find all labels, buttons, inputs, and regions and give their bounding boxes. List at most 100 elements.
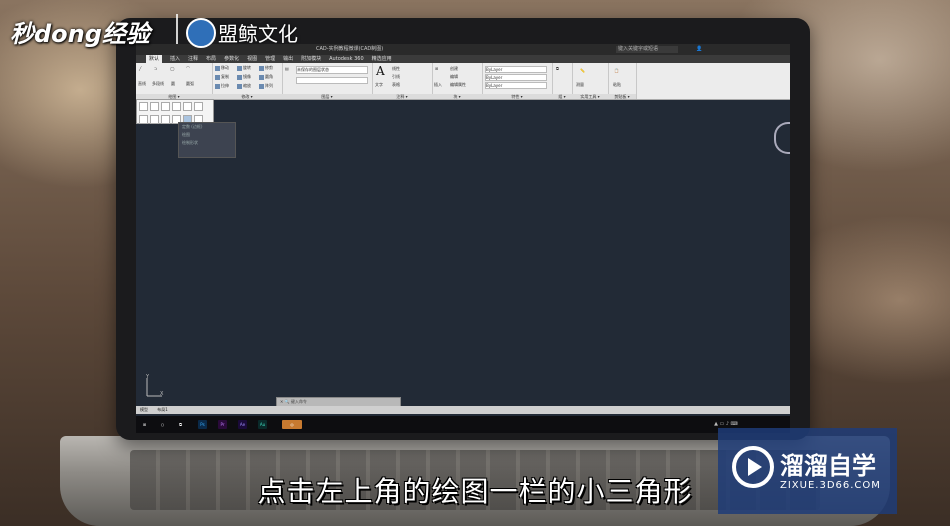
polyline-tool[interactable]: 多段线 bbox=[152, 81, 164, 87]
array-tool[interactable]: 阵列 bbox=[259, 83, 273, 89]
clipboard-group-label[interactable]: 剪贴板 ▾ bbox=[608, 94, 636, 99]
mirror-tool[interactable]: 镜像 bbox=[237, 74, 251, 80]
paste-tool[interactable]: 粘贴 bbox=[613, 82, 621, 88]
scale-label: 缩放 bbox=[243, 83, 251, 88]
move-label: 移动 bbox=[221, 65, 229, 70]
ribbon-tab[interactable]: 默认 bbox=[146, 55, 163, 63]
layer-select[interactable] bbox=[296, 77, 368, 84]
utilities-group-label[interactable]: 实用工具 ▾ bbox=[572, 94, 608, 99]
layout-tab-layout1[interactable]: 布局1 bbox=[153, 407, 172, 412]
text-icon[interactable]: A bbox=[376, 64, 385, 78]
region-icon[interactable] bbox=[150, 115, 159, 124]
layers-group-label[interactable]: 图层 ▾ bbox=[282, 94, 372, 99]
ribbon-tab[interactable]: 输出 bbox=[283, 55, 293, 63]
audition-icon[interactable]: Au bbox=[258, 420, 267, 429]
ribbon-tab[interactable]: 布局 bbox=[206, 55, 216, 63]
svg-text:Y: Y bbox=[145, 374, 150, 380]
ribbon-tab[interactable]: 插入 bbox=[170, 55, 180, 63]
search-icon[interactable]: ○ bbox=[158, 420, 167, 429]
insert-icon[interactable]: ⊞ bbox=[435, 66, 438, 71]
scale-tool[interactable]: 缩放 bbox=[237, 83, 251, 89]
lineweight-select[interactable]: ByLayer bbox=[485, 82, 547, 89]
paste-icon[interactable]: 📋 bbox=[614, 68, 619, 73]
stretch-icon bbox=[215, 83, 220, 89]
text-tool[interactable]: 文字 bbox=[375, 82, 383, 88]
photoshop-icon[interactable]: Ps bbox=[198, 420, 207, 429]
search-input[interactable]: 键入关键字或短语 bbox=[616, 46, 678, 53]
layer-state-select[interactable]: 未保存的图层状态 bbox=[296, 66, 368, 74]
draw-dropdown bbox=[136, 99, 214, 124]
polygon-icon[interactable] bbox=[194, 102, 203, 111]
rectangle-icon[interactable] bbox=[139, 102, 148, 111]
modify-group-label[interactable]: 修改 ▾ bbox=[212, 94, 282, 99]
color-select[interactable]: ByLayer bbox=[485, 66, 547, 73]
leader-tool[interactable]: 引线 bbox=[392, 74, 400, 80]
window-title: CAD-实例教程微课(CAD制图) bbox=[316, 46, 384, 52]
fillet-tool[interactable]: 圆角 bbox=[259, 74, 273, 80]
stretch-tool[interactable]: 拉伸 bbox=[215, 83, 229, 89]
linear-dim-tool[interactable]: 线性 bbox=[392, 66, 400, 72]
properties-group-label[interactable]: 特性 ▾ bbox=[482, 94, 552, 99]
ribbon-tab[interactable]: 精选应用 bbox=[372, 55, 392, 63]
after-effects-icon[interactable]: Ae bbox=[238, 420, 247, 429]
fillet-label: 圆角 bbox=[265, 74, 273, 79]
move-icon bbox=[215, 65, 220, 71]
user-icon[interactable]: 👤 bbox=[696, 44, 702, 55]
ucs-icon: Y X bbox=[145, 374, 164, 397]
copy-tool[interactable]: 复制 bbox=[215, 74, 229, 80]
ribbon-tab[interactable]: 注释 bbox=[188, 55, 198, 63]
svg-text:X: X bbox=[160, 391, 164, 397]
tooltip-line: 定数 (边框) bbox=[182, 124, 203, 129]
hatch-icon[interactable] bbox=[172, 102, 181, 111]
line-tool[interactable]: 直线 bbox=[138, 81, 146, 87]
cad-app-icon[interactable]: ◎ bbox=[282, 420, 302, 429]
edit-block-tool[interactable]: 编辑 bbox=[450, 74, 458, 80]
table-tool[interactable]: 表格 bbox=[392, 82, 400, 88]
arc-tool[interactable]: 圆弧 bbox=[186, 81, 194, 87]
circle-tool[interactable]: 圆 bbox=[171, 81, 175, 87]
task-view-icon[interactable]: ⧉ bbox=[176, 420, 185, 429]
linetype-select[interactable]: ByLayer bbox=[485, 74, 547, 81]
line-icon[interactable]: ╱ bbox=[139, 66, 141, 71]
rotate-label: 旋转 bbox=[243, 65, 251, 70]
spline-icon[interactable] bbox=[150, 102, 159, 111]
watermark-title: 溜溜自学 bbox=[780, 452, 876, 480]
move-tool[interactable]: 移动 bbox=[215, 65, 229, 71]
annotation-group: A 文字 线性 引线 表格 注释 ▾ bbox=[372, 63, 433, 99]
mengjing-logo-icon bbox=[186, 18, 216, 48]
create-block-tool[interactable]: 创建 bbox=[450, 66, 458, 72]
block-group-label[interactable]: 块 ▾ bbox=[432, 94, 482, 99]
layer-properties-icon[interactable]: ▤ bbox=[285, 66, 289, 71]
polyline-icon[interactable]: ⊃ bbox=[154, 66, 157, 71]
modify-group: 移动 旋转 修剪 复制 镜像 圆角 拉伸 缩放 阵列 修改 ▾ bbox=[212, 63, 283, 99]
ribbon-tab[interactable]: 管理 bbox=[265, 55, 275, 63]
groups-group-label[interactable]: 组 ▾ bbox=[552, 94, 572, 99]
mirror-icon bbox=[237, 74, 242, 80]
ribbon-tab[interactable]: Autodesk 360 bbox=[329, 55, 364, 63]
cad-screen: CAD-实例教程微课(CAD制图) 键入关键字或短语 👤 默认 插入 注释 布局 参数化… bbox=[136, 44, 790, 433]
trim-tool[interactable]: 修剪 bbox=[259, 65, 273, 71]
xline-icon[interactable] bbox=[139, 115, 148, 124]
boundary-icon[interactable] bbox=[161, 115, 170, 124]
trim-icon bbox=[259, 65, 264, 71]
rotate-tool[interactable]: 旋转 bbox=[237, 65, 251, 71]
arc-icon[interactable]: ⌒ bbox=[186, 66, 190, 72]
navigation-wheel-icon[interactable] bbox=[774, 122, 790, 154]
ribbon-tab[interactable]: 参数化 bbox=[224, 55, 239, 63]
circle-icon[interactable]: ◯ bbox=[170, 66, 174, 71]
annotation-group-label[interactable]: 注释 ▾ bbox=[372, 94, 432, 99]
ribbon-tab[interactable]: 视图 bbox=[247, 55, 257, 63]
premiere-icon[interactable]: Pr bbox=[218, 420, 227, 429]
ellipse-icon[interactable] bbox=[161, 102, 170, 111]
ribbon-tab[interactable]: 附加模块 bbox=[301, 55, 321, 63]
insert-tool[interactable]: 插入 bbox=[434, 82, 442, 88]
measure-icon[interactable]: 📏 bbox=[580, 68, 585, 73]
point-icon[interactable] bbox=[183, 102, 192, 111]
layout-tab-model[interactable]: 模型 bbox=[136, 407, 152, 412]
edit-attr-tool[interactable]: 编辑属性 bbox=[450, 82, 466, 88]
tooltip-line: 绘制形状 bbox=[182, 140, 198, 145]
fillet-icon bbox=[259, 74, 264, 80]
windows-start-icon[interactable]: ⊞ bbox=[140, 420, 149, 429]
group-icon[interactable]: ⧉ bbox=[556, 66, 559, 71]
measure-tool[interactable]: 测量 bbox=[576, 82, 584, 88]
